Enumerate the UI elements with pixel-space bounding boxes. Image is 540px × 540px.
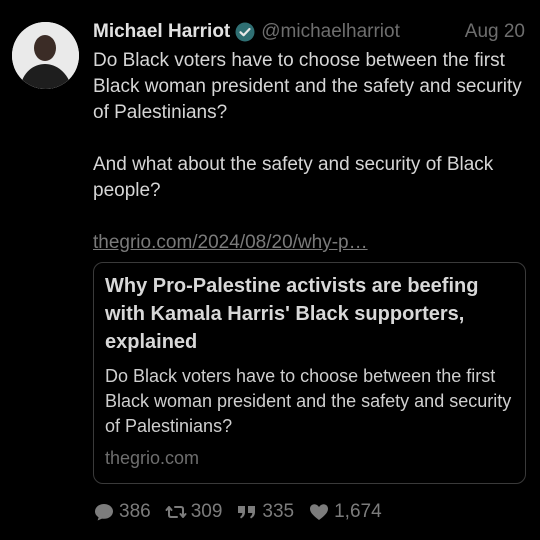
reply-count: 386 [119,501,151,522]
author-handle[interactable]: @michaelharriot [261,21,400,43]
speech-bubble-icon [95,504,113,521]
card-description: Do Black voters have to choose between t… [105,366,512,436]
retweet-icon [165,506,187,518]
card-title: Why Pro-Palestine activists are beefing … [105,275,479,353]
author-name[interactable]: Michael Harriot [93,21,230,43]
heart-icon [310,504,329,520]
tweet-paragraph: Do Black voters have to choose between t… [93,50,522,123]
verified-badge-icon [235,22,255,42]
reblog-count: 309 [190,501,223,522]
avatar-image [12,22,79,89]
avatar[interactable] [12,22,79,89]
tweet-paragraph: And what about the safety and security o… [93,154,494,201]
reblog-button[interactable]: 309 [165,501,223,523]
card-domain: thegrio.com [105,448,200,468]
tweet-link[interactable]: thegrio.com/2024/08/20/why-p… [93,230,368,256]
engagement-stats: 386 309 335 1,674 [93,501,396,523]
tweet-header: Michael Harriot @michaelharriot Aug 20 [93,18,533,46]
tweet-text: Do Black voters have to choose between t… [93,48,533,204]
tweet-date[interactable]: Aug 20 [465,21,525,43]
like-button[interactable]: 1,674 [308,501,382,523]
quote-count: 335 [262,501,295,522]
quote-marks-icon [238,506,256,519]
quote-button[interactable]: 335 [236,501,294,523]
reply-button[interactable]: 386 [93,501,151,523]
like-count: 1,674 [334,501,382,522]
link-preview-card[interactable]: Why Pro-Palestine activists are beefing … [93,262,526,484]
